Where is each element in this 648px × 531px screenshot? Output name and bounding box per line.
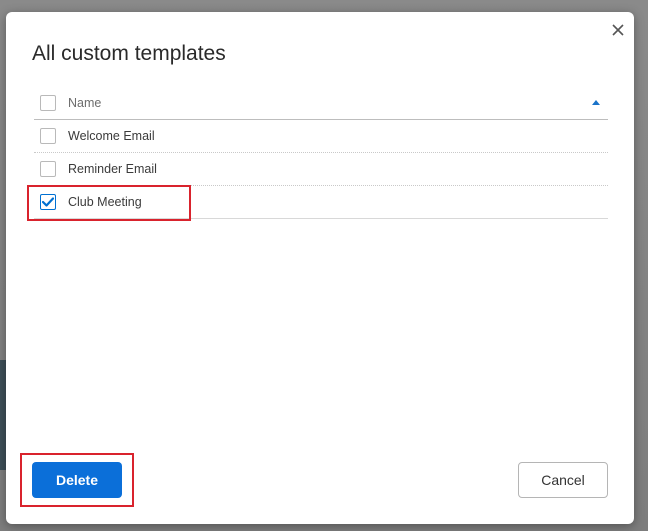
custom-templates-dialog: All custom templates Name Welcome Email … bbox=[6, 12, 634, 524]
close-button[interactable] bbox=[606, 18, 630, 42]
sort-ascending-icon[interactable] bbox=[592, 100, 600, 105]
close-icon bbox=[612, 24, 624, 36]
column-header-name[interactable]: Name bbox=[68, 96, 101, 110]
checkmark-icon bbox=[42, 197, 54, 207]
dialog-title: All custom templates bbox=[32, 42, 226, 65]
table-row[interactable]: Reminder Email bbox=[34, 153, 608, 186]
table-row[interactable]: Welcome Email bbox=[34, 120, 608, 153]
templates-table: Name Welcome Email Reminder Email Club M… bbox=[34, 87, 608, 219]
delete-button[interactable]: Delete bbox=[32, 462, 122, 498]
row-checkbox-reminder-email[interactable] bbox=[40, 161, 56, 177]
row-checkbox-welcome-email[interactable] bbox=[40, 128, 56, 144]
template-name: Welcome Email bbox=[68, 129, 155, 143]
row-checkbox-club-meeting[interactable] bbox=[40, 194, 56, 210]
template-name: Club Meeting bbox=[68, 195, 142, 209]
table-row[interactable]: Club Meeting bbox=[34, 186, 608, 219]
select-all-checkbox[interactable] bbox=[40, 95, 56, 111]
template-name: Reminder Email bbox=[68, 162, 157, 176]
cancel-button[interactable]: Cancel bbox=[518, 462, 608, 498]
table-header-row: Name bbox=[34, 87, 608, 120]
